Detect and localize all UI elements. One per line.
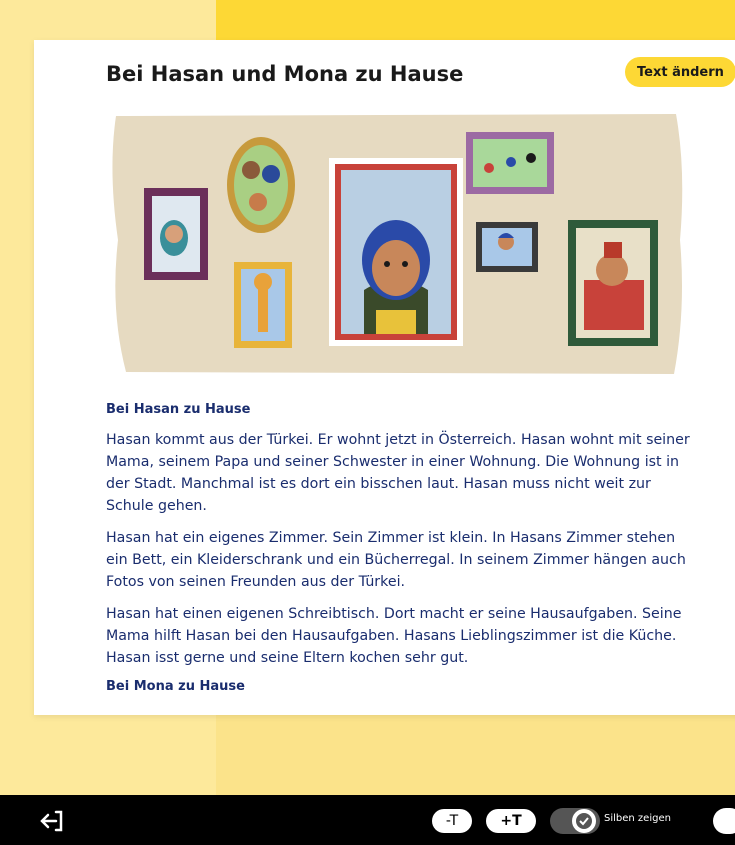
story-paragraph: Hasan kommt aus der Türkei. Er wohnt jet… <box>106 432 690 514</box>
family-oval-frame <box>227 137 295 233</box>
exit-icon <box>40 810 63 832</box>
football-frame <box>466 132 554 194</box>
boy-small-frame <box>476 222 538 272</box>
syllables-label: Silben zeigen <box>604 813 671 824</box>
section-heading: Bei Hasan zu Hause <box>106 402 251 417</box>
syllables-toggle[interactable] <box>550 808 600 834</box>
toggle-knob <box>572 809 596 833</box>
next-section-heading: Bei Mona zu Hause <box>106 679 245 694</box>
family-portrait-illustration <box>112 114 683 374</box>
bottom-toolbar: -T +T Silben zeigen <box>0 795 735 845</box>
story-paragraph: Hasan hat ein eigenes Zimmer. Sein Zimme… <box>106 530 686 590</box>
exit-button[interactable] <box>36 807 66 835</box>
edit-text-button[interactable]: Text ändern <box>625 57 735 87</box>
increase-text-size-button[interactable]: +T <box>486 809 536 833</box>
checkmark-icon <box>576 813 592 829</box>
giraffe-frame <box>234 262 292 348</box>
father-fez-frame <box>568 220 658 346</box>
girl-hijab-frame <box>144 188 208 280</box>
story-paragraph: Hasan hat einen eigenen Schreibtisch. Do… <box>106 606 682 666</box>
main-portrait-frame <box>329 158 463 346</box>
story-text: Bei Hasan zu Hause Hasan kommt aus der T… <box>106 402 696 694</box>
story-card: Bei Hasan und Mona zu Hause Text ändern <box>34 40 735 715</box>
page-title: Bei Hasan und Mona zu Hause <box>106 62 464 86</box>
edge-button[interactable] <box>713 808 735 834</box>
decrease-text-size-button[interactable]: -T <box>432 809 472 833</box>
background-top <box>216 0 735 40</box>
